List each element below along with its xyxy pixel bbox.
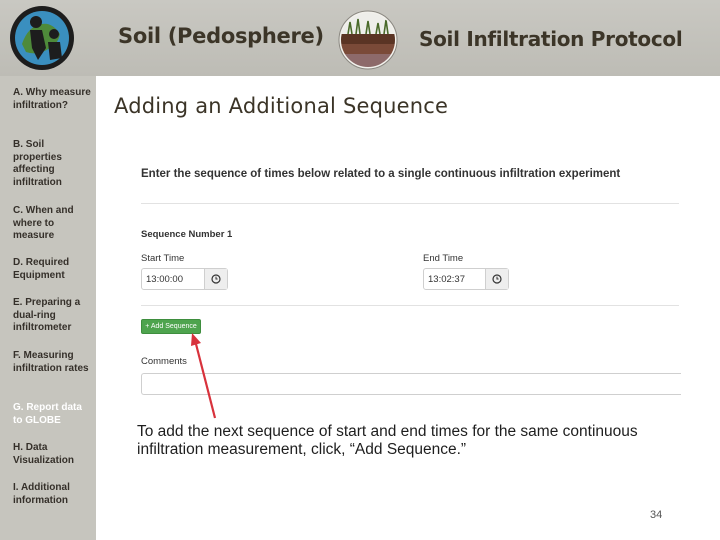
instruction-text: To add the next sequence of start and en…	[137, 423, 638, 458]
page-number: 34	[650, 509, 663, 521]
callout-arrow-icon	[191, 333, 217, 419]
